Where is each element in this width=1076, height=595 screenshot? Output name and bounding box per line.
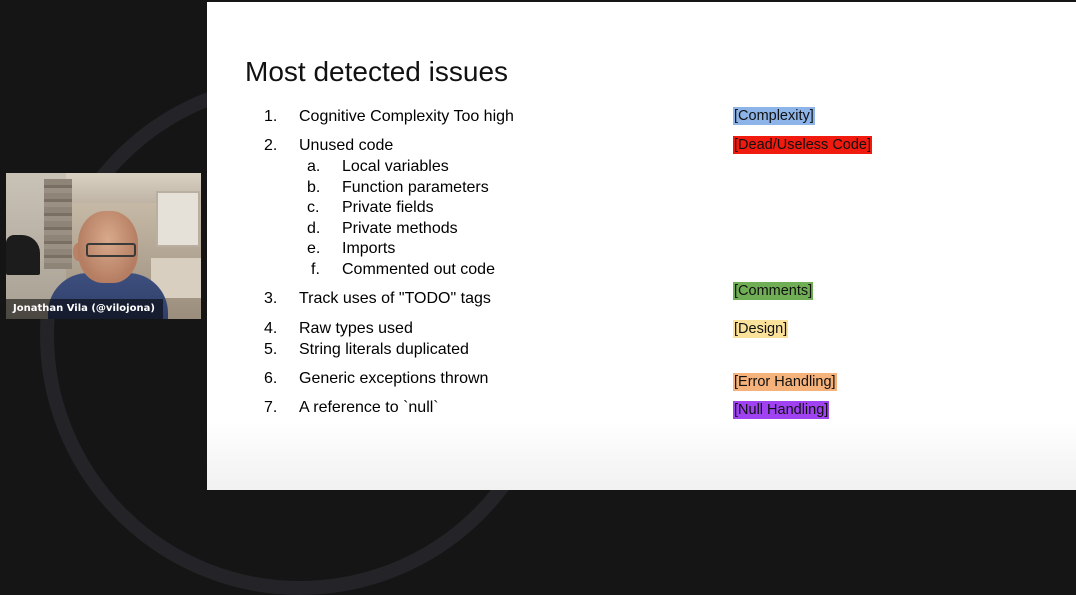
sub-list-item: c. Private fields — [307, 199, 434, 216]
tag-error-handling: [Error Handling] — [733, 373, 837, 391]
list-item: 7. A reference to `null` — [264, 399, 439, 416]
sub-list-item: f. Commented out code — [311, 261, 495, 278]
piano — [6, 235, 40, 275]
list-item: 3. Track uses of "TODO" tags — [264, 290, 491, 307]
tag-null-handling: [Null Handling] — [733, 401, 830, 419]
tag-comments: [Comments] — [733, 282, 814, 300]
sub-list-item: d. Private methods — [307, 220, 458, 237]
participant-video[interactable] — [6, 173, 201, 319]
sub-list-item: b. Function parameters — [307, 179, 489, 196]
list-item: 4. Raw types used — [264, 320, 413, 337]
participant-name: Jonathan Vila (@vilojona) — [6, 299, 163, 319]
list-item: 2. Unused code — [264, 137, 394, 154]
list-item: 1. Cognitive Complexity Too high — [264, 108, 514, 125]
stone-fireplace — [44, 179, 72, 269]
sub-list-item: a. Local variables — [307, 158, 449, 175]
presentation-slide: Most detected issues 1. Cognitive Comple… — [207, 2, 1076, 490]
sub-list-item: e. Imports — [307, 240, 396, 257]
list-item: 5. String literals duplicated — [264, 341, 469, 358]
slide-title: Most detected issues — [245, 56, 509, 87]
tag-complexity: [Complexity] — [733, 107, 815, 125]
list-item: 6. Generic exceptions thrown — [264, 370, 489, 387]
tag-design: [Design] — [733, 320, 789, 338]
tag-dead-code: [Dead/Useless Code] — [733, 136, 873, 154]
